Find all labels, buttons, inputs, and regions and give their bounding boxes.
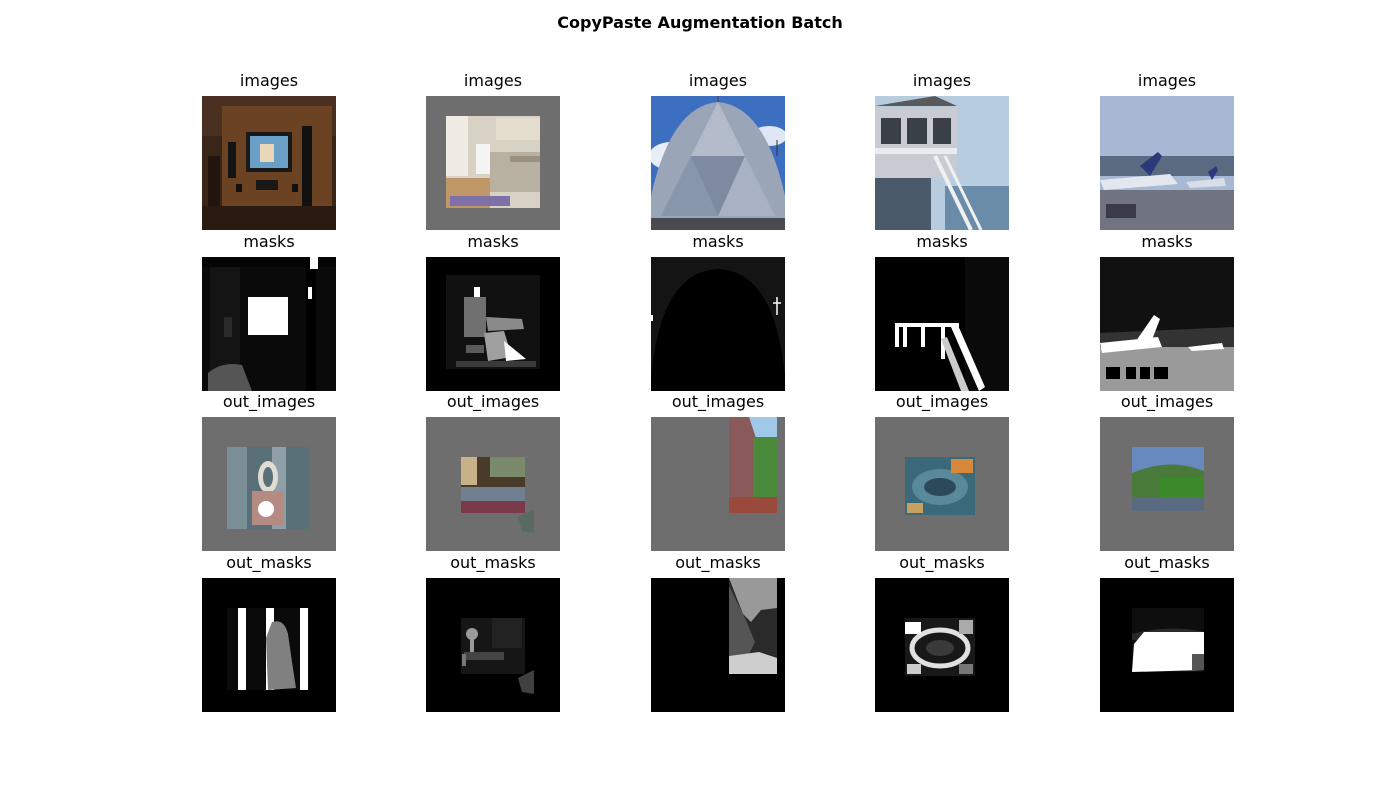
augmented-mask: [202, 578, 336, 712]
tower-building-photo: [875, 96, 1009, 230]
panel-out-images-1: out_images: [202, 392, 336, 551]
augmented-image: [202, 417, 336, 551]
panel-title: out_images: [446, 392, 540, 411]
augmented-mask: [651, 578, 785, 712]
mask-image: [875, 257, 1009, 391]
panel-title: images: [912, 71, 972, 90]
panel-out-images-3: out_images: [651, 392, 785, 551]
panel-title: masks: [467, 232, 519, 251]
panel-out-masks-4: out_masks: [875, 553, 1009, 712]
panel-title: images: [1137, 71, 1197, 90]
mask-image: [1100, 257, 1234, 391]
augmented-image: [875, 417, 1009, 551]
augmented-image: [651, 417, 785, 551]
panel-images-4: images: [875, 71, 1009, 230]
panel-title: masks: [1141, 232, 1193, 251]
panel-out-images-2: out_images: [426, 392, 560, 551]
panel-images-2: images: [426, 71, 560, 230]
panel-title: out_masks: [675, 553, 761, 572]
home-theater-photo: [202, 96, 336, 230]
panel-title: out_images: [895, 392, 989, 411]
panel-images-3: images: [651, 71, 785, 230]
panel-out-images-4: out_images: [875, 392, 1009, 551]
mask-image: [651, 257, 785, 391]
geodesic-dome-photo: [651, 96, 785, 230]
augmented-image: [426, 417, 560, 551]
panel-masks-5: masks: [1100, 232, 1234, 391]
mask-image: [426, 257, 560, 391]
panel-title: out_images: [671, 392, 765, 411]
panel-title: out_masks: [1124, 553, 1210, 572]
panel-out-masks-1: out_masks: [202, 553, 336, 712]
augmented-mask: [1100, 578, 1234, 712]
panel-masks-1: masks: [202, 232, 336, 391]
panel-images-1: images: [202, 71, 336, 230]
panel-title: masks: [916, 232, 968, 251]
panel-title: masks: [692, 232, 744, 251]
panel-out-images-5: out_images: [1100, 392, 1234, 551]
augmented-mask: [426, 578, 560, 712]
augmented-mask: [875, 578, 1009, 712]
mask-image: [202, 257, 336, 391]
panel-out-masks-3: out_masks: [651, 553, 785, 712]
panel-title: masks: [243, 232, 295, 251]
panel-images-5: images: [1100, 71, 1234, 230]
airport-planes-photo: [1100, 96, 1234, 230]
kitchen-photo: [426, 96, 560, 230]
panel-masks-3: masks: [651, 232, 785, 391]
figure-title: CopyPaste Augmentation Batch: [557, 13, 843, 32]
panel-title: images: [463, 71, 523, 90]
panel-masks-4: masks: [875, 232, 1009, 391]
panel-title: out_images: [1120, 392, 1214, 411]
panel-title: images: [239, 71, 299, 90]
panel-out-masks-5: out_masks: [1100, 553, 1234, 712]
panel-title: out_masks: [226, 553, 312, 572]
panel-masks-2: masks: [426, 232, 560, 391]
augmented-image: [1100, 417, 1234, 551]
panel-title: out_images: [222, 392, 316, 411]
panel-title: out_masks: [899, 553, 985, 572]
panel-title: out_masks: [450, 553, 536, 572]
panel-out-masks-2: out_masks: [426, 553, 560, 712]
panel-title: images: [688, 71, 748, 90]
